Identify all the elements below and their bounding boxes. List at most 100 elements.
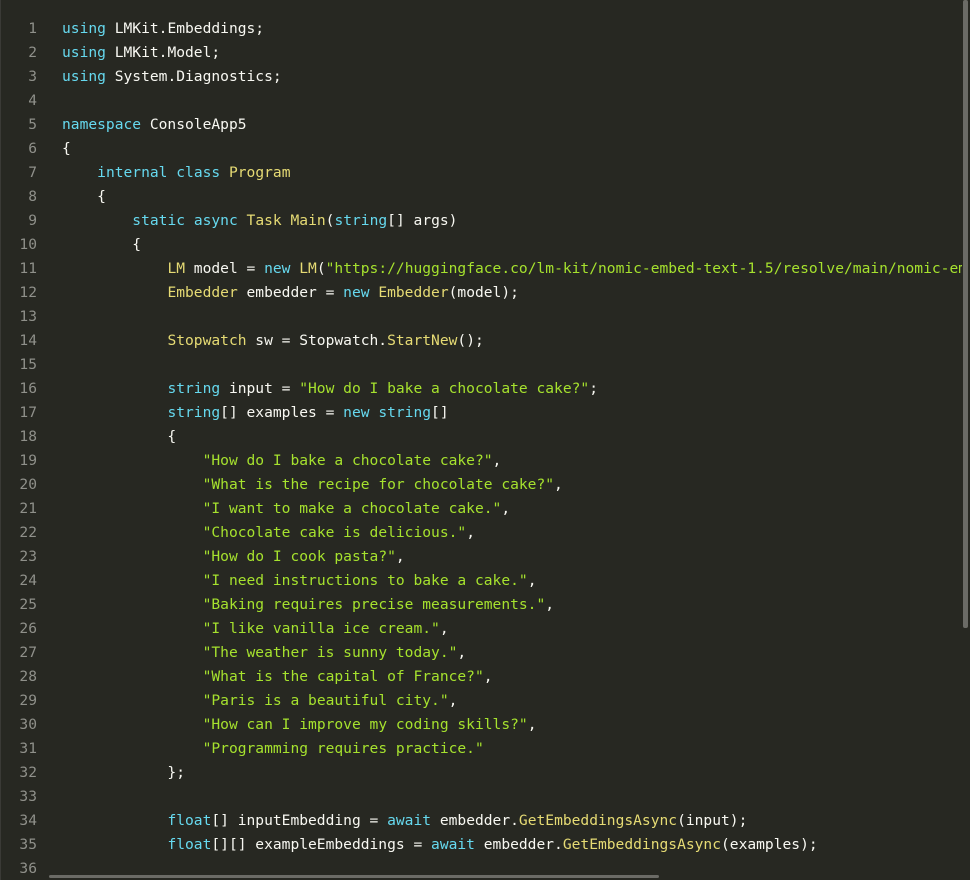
code-line[interactable]: {	[62, 425, 176, 449]
code-line[interactable]: "How do I bake a chocolate cake?",	[62, 449, 502, 473]
code-line[interactable]: {	[62, 233, 141, 257]
code-token: string	[378, 404, 432, 421]
code-token: new	[264, 260, 291, 277]
code-token: static	[132, 212, 186, 229]
line-number: 8	[28, 188, 37, 205]
code-token: {	[62, 140, 71, 157]
code-token: {	[62, 188, 106, 205]
line-number: 36	[19, 860, 37, 877]
code-line[interactable]: "Paris is a beautiful city.",	[62, 689, 458, 713]
code-line[interactable]: "Baking requires precise measurements.",	[62, 593, 554, 617]
code-token: LM	[167, 260, 186, 277]
line-number: 22	[19, 524, 37, 541]
code-line[interactable]: internal class Program	[62, 161, 291, 185]
line-number: 30	[19, 716, 37, 733]
code-line[interactable]: "Programming requires practice."	[62, 737, 484, 761]
line-number: 6	[28, 140, 37, 157]
code-token: using	[62, 44, 106, 61]
code-line[interactable]: using LMKit.Embeddings;	[62, 17, 264, 41]
code-token: LM	[299, 260, 317, 277]
code-token: LMKit.Model;	[105, 44, 221, 61]
code-token: [] args)	[387, 212, 458, 229]
code-token: StartNew	[387, 332, 458, 349]
code-token: "Programming requires practice."	[202, 740, 484, 757]
code-line[interactable]: "Chocolate cake is delicious.",	[62, 521, 475, 545]
code-token: ConsoleApp5	[141, 116, 247, 133]
code-token: "Paris is a beautiful city."	[202, 692, 449, 709]
code-line[interactable]: "The weather is sunny today.",	[62, 641, 467, 665]
code-line[interactable]: {	[62, 137, 71, 161]
line-number: 29	[19, 692, 37, 709]
code-line[interactable]: namespace ConsoleApp5	[62, 113, 247, 137]
line-number: 26	[19, 620, 37, 637]
code-token: (examples);	[721, 836, 818, 853]
code-line[interactable]: "I want to make a chocolate cake.",	[62, 497, 511, 521]
code-token: ,	[439, 620, 449, 637]
code-token: ,	[395, 548, 405, 565]
code-token: {	[62, 428, 177, 445]
code-line[interactable]: "I need instructions to bake a cake.",	[62, 569, 537, 593]
line-number: 2	[28, 44, 37, 61]
code-token: ,	[527, 716, 537, 733]
code-line[interactable]: {	[62, 185, 106, 209]
line-number: 1	[28, 20, 37, 37]
code-line[interactable]: string input = "How do I bake a chocolat…	[62, 377, 598, 401]
horizontal-scrollbar[interactable]	[49, 875, 659, 878]
code-token: (input);	[677, 812, 748, 829]
code-line[interactable]: };	[62, 761, 185, 785]
code-line[interactable]: "What is the capital of France?",	[62, 665, 493, 689]
code-token: System.Diagnostics;	[105, 68, 282, 85]
line-number: 11	[19, 260, 37, 277]
code-token: "Baking requires precise measurements."	[202, 596, 546, 613]
line-number: 9	[28, 212, 37, 229]
line-number: 20	[19, 476, 37, 493]
code-token: {	[62, 236, 142, 253]
code-line[interactable]: "How can I improve my coding skills?",	[62, 713, 537, 737]
code-line[interactable]: Embedder embedder = new Embedder(model);	[62, 281, 519, 305]
code-token: new	[343, 404, 370, 421]
line-number: 23	[19, 548, 37, 565]
code-line[interactable]: LM model = new LM("https://huggingface.c…	[62, 257, 962, 281]
code-token: Program	[228, 164, 291, 181]
code-area[interactable]: using LMKit.Embeddings; using LMKit.Model…	[62, 0, 962, 880]
code-token: ,	[492, 452, 502, 469]
code-token: ,	[448, 692, 458, 709]
line-number: 31	[19, 740, 37, 757]
code-token: "Chocolate cake is delicious."	[202, 524, 467, 541]
code-line[interactable]: float[] inputEmbedding = await embedder.…	[62, 809, 747, 833]
code-line[interactable]: "What is the recipe for chocolate cake?"…	[62, 473, 563, 497]
code-editor[interactable]: 1 2 3 4 5 6 7 8 9 10 11 12 13 14 15 16 17 18 19 20 21 22 23 24 2…	[0, 0, 970, 880]
code-token: (model);	[448, 284, 519, 301]
code-line[interactable]: static async Task Main(string[] args)	[62, 209, 457, 233]
code-line[interactable]: float[][] exampleEmbeddings = await embe…	[62, 833, 818, 857]
code-token: class	[176, 164, 221, 181]
code-token: "What is the capital of France?"	[202, 668, 484, 685]
code-token: using	[62, 20, 106, 37]
code-line[interactable]: "How do I cook pasta?",	[62, 545, 405, 569]
line-number: 21	[19, 500, 37, 517]
code-line[interactable]: using LMKit.Model;	[62, 41, 220, 65]
code-line[interactable]: string[] examples = new string[]	[62, 401, 448, 425]
code-token: namespace	[62, 116, 142, 133]
code-line[interactable]: "I like vanilla ice cream.",	[62, 617, 449, 641]
code-line[interactable]: Stopwatch sw = Stopwatch.StartNew();	[62, 329, 483, 353]
code-token: [] inputEmbedding =	[211, 812, 388, 829]
vertical-scrollbar[interactable]	[963, 0, 968, 628]
code-line[interactable]: using System.Diagnostics;	[62, 65, 282, 89]
